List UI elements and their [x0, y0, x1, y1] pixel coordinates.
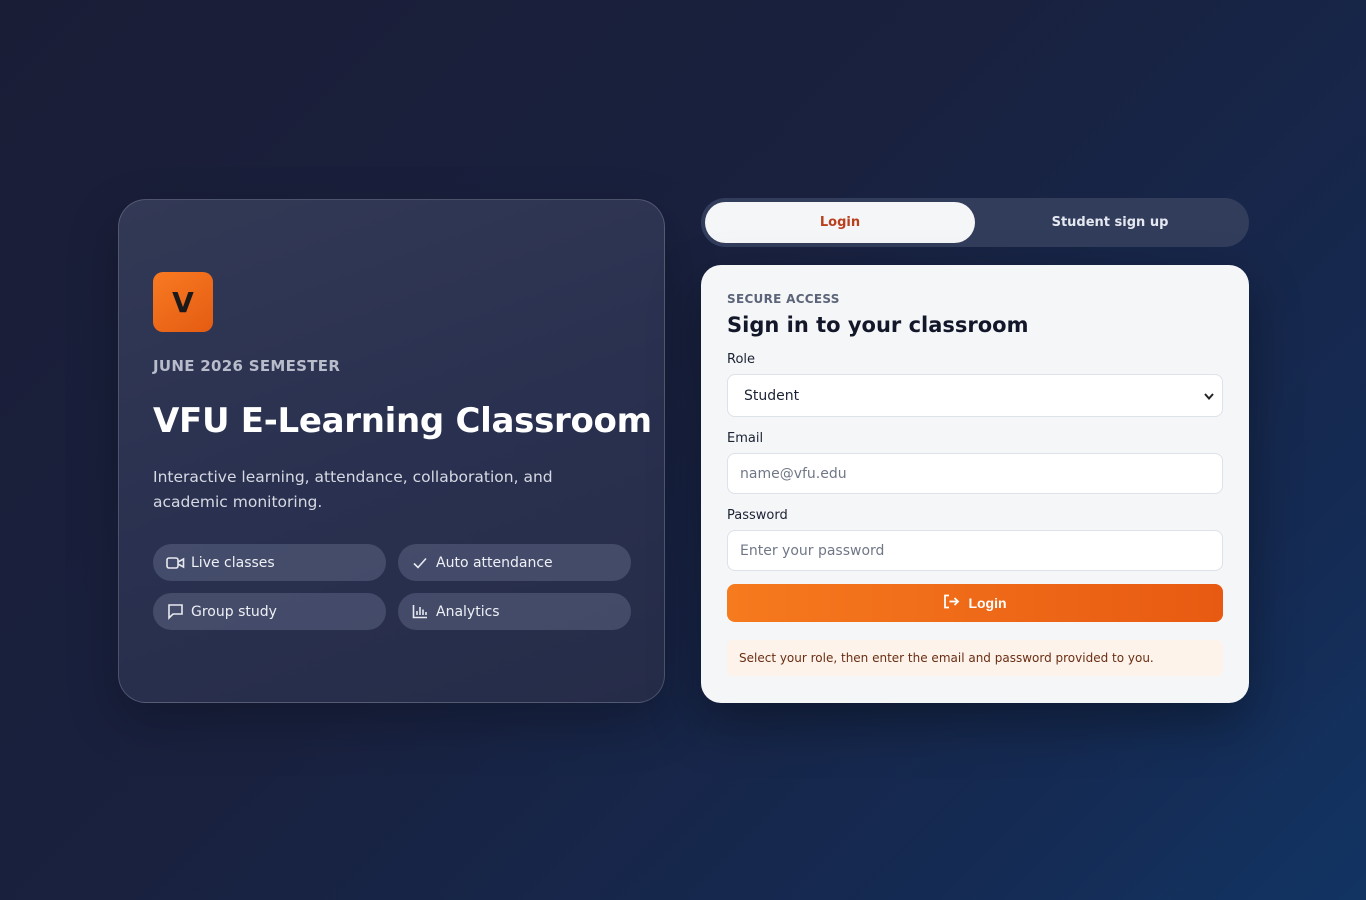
- semester-label: JUNE 2026 SEMESTER: [153, 357, 341, 375]
- feature-chip-group-study: Group study: [153, 593, 386, 630]
- feature-label: Live classes: [191, 554, 275, 571]
- feature-label: Group study: [191, 603, 277, 620]
- chat-bubble-icon: [165, 603, 185, 621]
- role-select-value: Student: [744, 387, 800, 404]
- auth-tabs: Login Student sign up: [701, 198, 1249, 247]
- login-hint: Select your role, then enter the email a…: [727, 640, 1223, 676]
- video-icon: [165, 554, 185, 572]
- login-title: Sign in to your classroom: [727, 313, 1029, 337]
- secure-access-label: SECURE ACCESS: [727, 292, 840, 306]
- login-button-label: Login: [968, 595, 1007, 611]
- hero-title: VFU E-Learning Classroom: [153, 401, 652, 441]
- tab-login[interactable]: Login: [705, 202, 975, 243]
- check-icon: [410, 554, 430, 572]
- bar-chart-icon: [410, 603, 430, 621]
- login-card: SECURE ACCESS Sign in to your classroom …: [701, 265, 1249, 703]
- feature-chips: Live classes Auto attendance Group study…: [153, 544, 631, 630]
- login-arrow-icon: [943, 594, 960, 612]
- feature-chip-live-classes: Live classes: [153, 544, 386, 581]
- feature-chip-auto-attendance: Auto attendance: [398, 544, 631, 581]
- login-button[interactable]: Login: [727, 584, 1223, 622]
- hero-card: V JUNE 2026 SEMESTER VFU E-Learning Clas…: [118, 199, 665, 703]
- chevron-down-icon: [1204, 389, 1214, 403]
- email-field[interactable]: [727, 453, 1223, 494]
- password-field[interactable]: [727, 530, 1223, 571]
- feature-label: Analytics: [436, 603, 500, 620]
- email-label: Email: [727, 431, 764, 446]
- feature-chip-analytics: Analytics: [398, 593, 631, 630]
- role-select[interactable]: Student: [727, 374, 1223, 417]
- password-label: Password: [727, 508, 788, 523]
- feature-label: Auto attendance: [436, 554, 553, 571]
- hero-description: Interactive learning, attendance, collab…: [153, 468, 553, 511]
- tab-student-sign-up[interactable]: Student sign up: [975, 202, 1245, 243]
- app-logo: V: [153, 272, 213, 332]
- logo-letter: V: [172, 285, 194, 319]
- role-label: Role: [727, 352, 756, 367]
